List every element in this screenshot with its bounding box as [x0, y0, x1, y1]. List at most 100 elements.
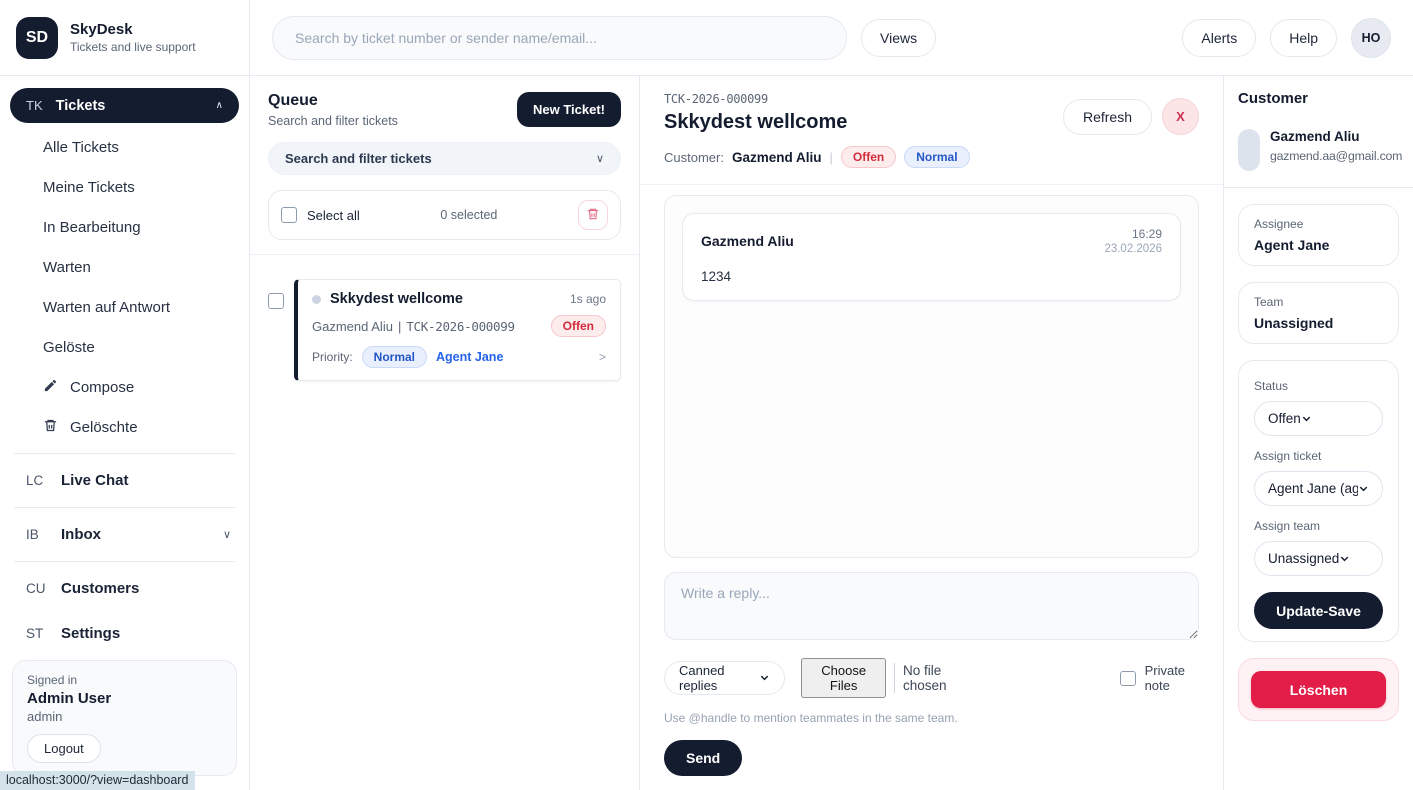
pencil-icon — [43, 378, 58, 397]
sidebar-item-in-bearbeitung[interactable]: In Bearbeitung — [10, 207, 239, 247]
priority-label: Priority: — [312, 350, 353, 364]
message-thread[interactable]: Gazmend Aliu 16:29 23.02.2026 1234 — [664, 195, 1199, 558]
views-button[interactable]: Views — [861, 19, 936, 57]
customer-name: Gazmend Aliu — [1270, 129, 1402, 144]
team-card: Team Unassigned — [1238, 282, 1399, 344]
app-tagline: Tickets and live support — [70, 40, 196, 54]
divider — [14, 561, 235, 562]
send-button[interactable]: Send — [664, 740, 742, 776]
app-name: SkyDesk — [70, 21, 196, 38]
danger-zone-card: Löschen — [1238, 658, 1399, 721]
status-label: Status — [1254, 379, 1383, 393]
delete-ticket-button[interactable]: Löschen — [1251, 671, 1386, 708]
separator: | — [829, 150, 832, 165]
sidebar-item-compose[interactable]: Compose — [10, 367, 239, 407]
brand-header: SD SkyDesk Tickets and live support — [0, 0, 249, 76]
refresh-button[interactable]: Refresh — [1063, 99, 1152, 135]
sidebar-item-warten[interactable]: Warten — [10, 247, 239, 287]
chevron-down-icon — [759, 671, 770, 686]
ticket-age: 1s ago — [570, 292, 606, 306]
unread-dot-icon — [312, 295, 321, 304]
help-button[interactable]: Help — [1270, 19, 1337, 57]
settings-icon: ST — [26, 626, 48, 641]
bulk-delete-button[interactable] — [578, 200, 608, 230]
private-note-label: Private note — [1145, 663, 1199, 693]
sidebar-item-alle-tickets[interactable]: Alle Tickets — [10, 127, 239, 167]
sidebar-nav: TK Tickets ∧ Alle Tickets Meine Tickets … — [0, 76, 249, 650]
app-logo: SD — [16, 17, 58, 59]
divider — [14, 507, 235, 508]
chevron-down-icon: ∨ — [223, 528, 231, 541]
message-date: 23.02.2026 — [1104, 243, 1162, 255]
content-row: Queue Search and filter tickets New Tick… — [250, 76, 1413, 790]
separator: | — [398, 319, 401, 334]
main-area: Views Alerts Help HO Queue Search and fi… — [250, 0, 1413, 790]
queue-title: Queue — [268, 92, 398, 110]
chevron-right-icon: > — [599, 350, 606, 364]
assign-team-label: Assign team — [1254, 519, 1383, 533]
sidebar-item-tickets[interactable]: TK Tickets ∧ — [10, 88, 239, 123]
mention-hint: Use @handle to mention teammates in the … — [664, 711, 1199, 725]
message-card: Gazmend Aliu 16:29 23.02.2026 1234 — [682, 213, 1181, 301]
sidebar-item-inbox[interactable]: IB Inbox ∨ — [10, 512, 239, 557]
ticket-detail-panel: TCK-2026-000099 Skkydest wellcome Custom… — [640, 76, 1223, 790]
reply-composer: Canned replies Choose Files No file chos… — [640, 558, 1223, 790]
update-save-button[interactable]: Update-Save — [1254, 592, 1383, 629]
trash-icon — [586, 207, 600, 224]
new-ticket-button[interactable]: New Ticket! — [517, 92, 621, 127]
app-root: SD SkyDesk Tickets and live support TK T… — [0, 0, 1413, 790]
sidebar-item-customers[interactable]: CU Customers — [10, 566, 239, 611]
chevron-up-icon: ∧ — [216, 100, 223, 111]
ticket-list-item[interactable]: Skkydest wellcome 1s ago Gazmend Aliu | … — [294, 279, 621, 381]
queue-header: Queue Search and filter tickets New Tick… — [268, 92, 621, 128]
browser-status-tooltip: localhost:3000/?view=dashboard — [0, 771, 195, 790]
close-ticket-button[interactable]: X — [1162, 98, 1199, 135]
no-file-chosen-text: No file chosen — [894, 663, 972, 693]
chevron-down-icon — [1301, 411, 1312, 427]
select-all-label: Select all — [307, 208, 360, 223]
chevron-down-icon — [1358, 481, 1369, 497]
queue-filter-dropdown[interactable]: Search and filter tickets ∨ — [268, 142, 621, 175]
ticket-list-item-row: Skkydest wellcome 1s ago Gazmend Aliu | … — [268, 279, 621, 381]
reply-textarea[interactable] — [664, 572, 1199, 640]
live-chat-icon: LC — [26, 473, 48, 488]
queue-subtitle: Search and filter tickets — [268, 114, 398, 128]
divider — [14, 453, 235, 454]
private-note-control: Private note — [1120, 663, 1199, 693]
status-select[interactable]: Offen — [1254, 401, 1383, 436]
message-time: 16:29 — [1104, 227, 1162, 241]
alerts-button[interactable]: Alerts — [1182, 19, 1256, 57]
signed-in-name: Admin User — [27, 690, 222, 707]
sidebar-item-geloeschte[interactable]: Gelöschte — [10, 407, 239, 447]
assign-ticket-select[interactable]: Agent Jane (ag — [1254, 471, 1383, 506]
team-label: Team — [1254, 295, 1383, 309]
status-badge: Offen — [841, 146, 896, 168]
customer-profile: Gazmend Aliu gazmend.aa@gmail.com — [1238, 129, 1399, 171]
logout-button[interactable]: Logout — [27, 734, 101, 763]
global-search-input[interactable] — [272, 16, 847, 60]
private-note-checkbox[interactable] — [1120, 671, 1136, 686]
sidebar: SD SkyDesk Tickets and live support TK T… — [0, 0, 250, 790]
divider — [1224, 187, 1413, 188]
ticket-checkbox[interactable] — [268, 293, 284, 309]
sidebar-item-geloeste[interactable]: Gelöste — [10, 327, 239, 367]
choose-files-button[interactable]: Choose Files — [801, 658, 886, 698]
select-all-checkbox[interactable] — [281, 207, 297, 223]
sidebar-item-meine-tickets[interactable]: Meine Tickets — [10, 167, 239, 207]
topbar: Views Alerts Help HO — [250, 0, 1413, 76]
assigned-agent-link[interactable]: Agent Jane — [436, 350, 503, 364]
user-avatar[interactable]: HO — [1351, 18, 1391, 58]
sidebar-item-settings[interactable]: ST Settings — [10, 611, 239, 650]
signed-in-label: Signed in — [27, 673, 222, 687]
customer-email: gazmend.aa@gmail.com — [1270, 149, 1402, 163]
signed-in-role: admin — [27, 709, 222, 724]
canned-replies-select[interactable]: Canned replies — [664, 661, 785, 695]
team-value: Unassigned — [1254, 315, 1383, 331]
ticket-title: Skkydest wellcome — [330, 291, 463, 307]
sidebar-item-warten-auf-antwort[interactable]: Warten auf Antwort — [10, 287, 239, 327]
chevron-down-icon: ∨ — [596, 152, 604, 165]
sidebar-item-live-chat[interactable]: LC Live Chat — [10, 458, 239, 503]
customer-avatar — [1238, 129, 1260, 171]
message-body: 1234 — [701, 269, 1162, 284]
assign-team-select[interactable]: Unassigned — [1254, 541, 1383, 576]
